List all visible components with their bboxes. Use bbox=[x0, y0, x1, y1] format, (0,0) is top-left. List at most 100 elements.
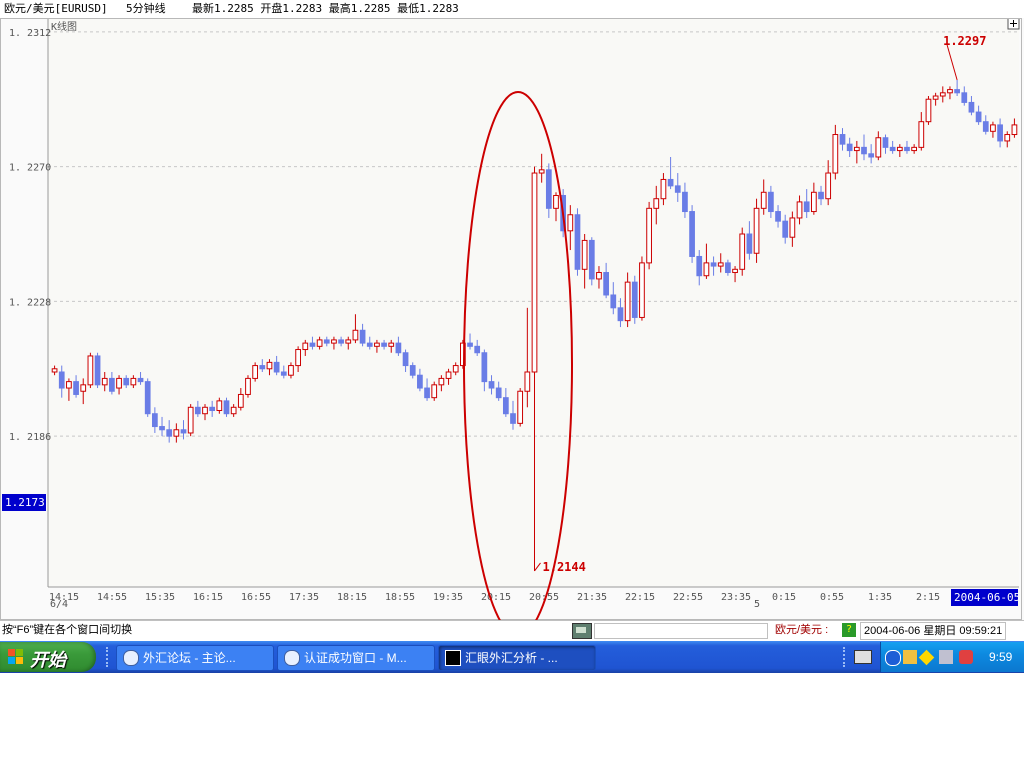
taskbar-button-auth[interactable]: 认证成功窗口 - M... bbox=[277, 645, 435, 671]
candle-body bbox=[280, 371, 287, 376]
start-button[interactable]: 开始 bbox=[0, 642, 96, 672]
candle-body bbox=[395, 342, 402, 354]
taskbar-button-fx-analysis[interactable]: 汇眼外汇分析 - ... bbox=[438, 645, 596, 671]
lightbulb-icon[interactable]: ? bbox=[842, 623, 856, 637]
candle-body bbox=[567, 214, 574, 232]
candle-body bbox=[531, 172, 538, 373]
network-icon[interactable] bbox=[903, 650, 917, 664]
windows-flag-icon bbox=[8, 649, 24, 665]
candle-body bbox=[868, 153, 875, 158]
candle-body bbox=[424, 387, 430, 399]
candle-body bbox=[725, 262, 731, 274]
candle-body bbox=[696, 255, 703, 277]
candle-body bbox=[166, 429, 173, 437]
candle-body bbox=[796, 201, 803, 219]
candle-body bbox=[295, 349, 301, 367]
candle-body bbox=[130, 377, 137, 386]
candle-body bbox=[381, 342, 387, 347]
taskbar-button-label: 汇眼外汇分析 - ... bbox=[465, 651, 558, 665]
low-annotation: 1.2144 bbox=[543, 560, 586, 574]
candle-body bbox=[352, 329, 359, 341]
candle-body bbox=[1004, 134, 1011, 142]
candle-body bbox=[481, 352, 488, 383]
candle-body bbox=[832, 134, 839, 174]
monitor-icon[interactable] bbox=[939, 650, 953, 664]
candle-body bbox=[202, 406, 208, 415]
chevron-left-icon[interactable] bbox=[885, 650, 901, 666]
app-window: 欧元/美元[EURUSD] 5分钟线 最新1.2285 开盘1.2283 最高1… bbox=[0, 0, 1024, 673]
candle-body bbox=[825, 172, 832, 200]
toolbar-grip[interactable] bbox=[106, 647, 111, 667]
date-badge-label: 2004-06-05 bbox=[954, 591, 1020, 604]
candle-body bbox=[316, 339, 323, 347]
candle-body bbox=[116, 377, 122, 389]
candle-body bbox=[803, 201, 810, 213]
toolbar-grip[interactable] bbox=[843, 647, 848, 667]
keyboard-icon[interactable] bbox=[854, 650, 872, 664]
browser-icon bbox=[123, 650, 139, 666]
candle-body bbox=[997, 124, 1003, 142]
candle-body bbox=[717, 262, 724, 267]
candle-body bbox=[502, 397, 509, 415]
candle-body bbox=[58, 371, 65, 389]
system-tray: 9:59 bbox=[880, 642, 1024, 672]
candle-body bbox=[87, 355, 94, 386]
x-tick-label: 15:35 bbox=[145, 592, 175, 603]
candlestick-chart[interactable]: 1. 23121. 22701. 22281. 2186K线图14:15 14:5… bbox=[1, 19, 1023, 621]
candle-body bbox=[230, 406, 237, 415]
candle-body bbox=[882, 137, 889, 148]
candle-body bbox=[73, 381, 79, 395]
candle-body bbox=[746, 233, 753, 254]
candle-body bbox=[760, 191, 767, 209]
quote-summary: 最新1.2285 开盘1.2283 最高1.2285 最低1.2283 bbox=[192, 2, 459, 15]
candle-body bbox=[323, 339, 330, 344]
candle-body bbox=[180, 429, 187, 434]
candle-body bbox=[853, 146, 860, 152]
candle-body bbox=[488, 381, 495, 389]
candle-body bbox=[732, 268, 738, 274]
candle-body bbox=[445, 371, 452, 379]
candle-body bbox=[94, 355, 101, 386]
y-tick-label: 1. 2186 bbox=[9, 432, 51, 443]
chart-app-icon bbox=[445, 650, 461, 666]
x-tick-label: 18:55 bbox=[385, 592, 415, 603]
taskbar: 开始 外汇论坛 - 主论... 认证成功窗口 - M... 汇眼外汇分析 - .… bbox=[0, 641, 1024, 673]
x-tick-label: 0:15 bbox=[772, 592, 796, 603]
y-tick-label: 1. 2312 bbox=[9, 28, 51, 39]
tray-clock: 9:59 bbox=[989, 650, 1013, 664]
candle-body bbox=[359, 329, 366, 344]
antivirus-icon[interactable] bbox=[959, 650, 973, 664]
candle-body bbox=[273, 361, 280, 373]
warning-icon[interactable] bbox=[918, 649, 935, 666]
candle-body bbox=[474, 345, 481, 354]
candle-body bbox=[553, 194, 559, 209]
candle-body bbox=[388, 342, 395, 347]
start-label: 开始 bbox=[30, 650, 66, 670]
candle-body bbox=[939, 92, 946, 97]
candle-body bbox=[510, 413, 516, 424]
candle-body bbox=[925, 98, 932, 123]
candle-body bbox=[682, 191, 688, 213]
x-tick-label: 19:35 bbox=[433, 592, 463, 603]
status-field bbox=[594, 623, 768, 639]
candle-body bbox=[896, 146, 903, 152]
candle-body bbox=[639, 262, 645, 318]
candle-body bbox=[144, 381, 151, 415]
candle-body bbox=[710, 262, 717, 267]
symbol-label: 欧元/美元[EURUSD] bbox=[4, 2, 108, 15]
calculator-icon[interactable] bbox=[572, 623, 592, 639]
candle-body bbox=[603, 272, 609, 296]
taskbar-button-forum[interactable]: 外汇论坛 - 主论... bbox=[116, 645, 274, 671]
candle-body bbox=[187, 406, 194, 434]
period-label: 5分钟线 bbox=[126, 2, 166, 15]
candle-body bbox=[911, 146, 918, 152]
chart-panel[interactable]: 1. 2312 1. 2270 1. 2228 1. 2186 K线图 14:15 14:5… bbox=[0, 18, 1023, 621]
chart-title: K线图 bbox=[51, 20, 77, 33]
candle-body bbox=[646, 207, 652, 264]
candle-body bbox=[574, 214, 581, 270]
high-annotation: 1.2297 bbox=[943, 34, 986, 48]
candle-body bbox=[524, 371, 531, 392]
y-tick-label: 1. 2270 bbox=[9, 163, 51, 174]
candle-body bbox=[245, 377, 251, 395]
x-tick-label: 14:55 bbox=[97, 592, 127, 603]
